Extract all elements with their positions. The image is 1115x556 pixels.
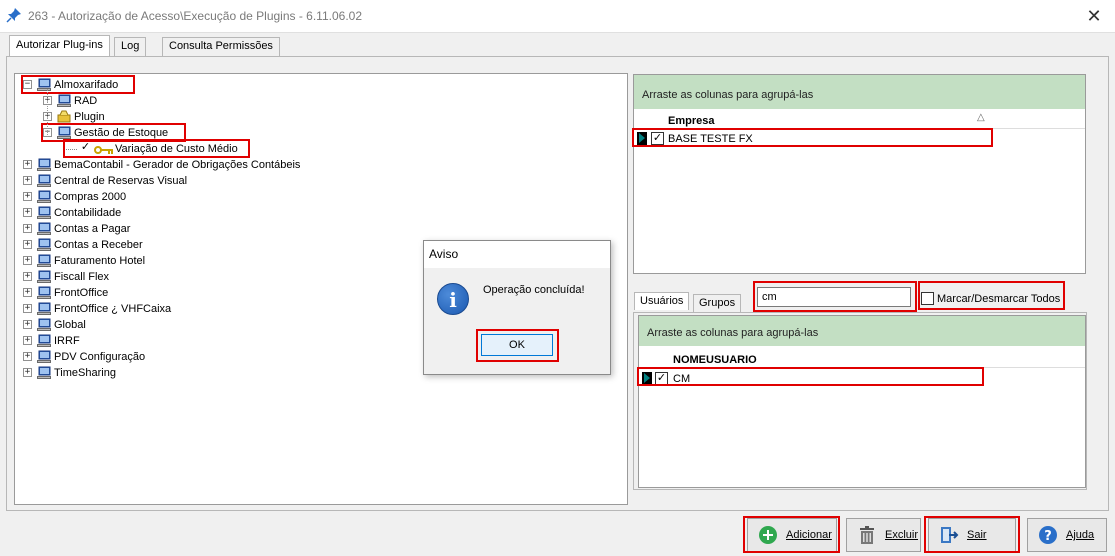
sort-icon[interactable]: △ [977, 112, 985, 123]
computer-icon [36, 318, 52, 332]
highlight-box [63, 139, 250, 158]
group-panel: Arraste as colunas para agrupá-las [639, 316, 1085, 346]
expand-icon[interactable]: + [23, 320, 32, 329]
expand-icon[interactable]: + [23, 304, 32, 313]
tree-node-label[interactable]: Compras 2000 [54, 189, 126, 205]
close-icon[interactable]: ✕ [1080, 4, 1108, 28]
tab-grupos[interactable]: Grupos [693, 294, 742, 312]
highlight-box [637, 367, 984, 386]
tab-log[interactable]: Log [114, 37, 147, 56]
computer-icon [36, 238, 52, 252]
tab-usuarios[interactable]: Usuários [634, 292, 690, 310]
computer-icon [36, 190, 52, 204]
expand-icon[interactable]: + [23, 336, 32, 345]
expand-icon[interactable]: + [23, 240, 32, 249]
trash-icon [860, 526, 874, 544]
computer-icon [36, 286, 52, 300]
expand-icon[interactable]: + [23, 256, 32, 265]
tree-node-label[interactable]: Faturamento Hotel [54, 253, 145, 269]
highlight-box [743, 516, 840, 553]
expand-icon[interactable]: + [23, 160, 32, 169]
highlight-box [476, 329, 559, 362]
info-icon: i [437, 283, 469, 315]
svg-text:?: ? [1044, 529, 1052, 544]
pin-icon [6, 8, 21, 23]
computer-icon [36, 158, 52, 172]
usuarios-grid[interactable]: Arraste as colunas para agrupá-las NOMEU… [638, 315, 1086, 488]
highlight-box [632, 128, 993, 147]
tree-node-label[interactable]: Contas a Pagar [54, 221, 130, 237]
highlight-box [21, 75, 136, 94]
column-header-nomeusuario[interactable]: NOMEUSUARIO [673, 354, 757, 366]
tree-node-label[interactable]: IRRF [54, 333, 80, 349]
title-bar: 263 - Autorização de Acesso\Execução de … [0, 0, 1115, 32]
expand-icon[interactable]: + [23, 272, 32, 281]
computer-icon [36, 174, 52, 188]
tree-node-label[interactable]: FrontOffice ¿ VHFCaixa [54, 301, 171, 317]
tree-connector [47, 89, 48, 137]
expand-icon[interactable]: + [23, 288, 32, 297]
dialog-title: Aviso [424, 241, 610, 268]
ajuda-button[interactable]: ? Ajuda [1027, 518, 1107, 552]
tree-node-label[interactable]: FrontOffice [54, 285, 108, 301]
excluir-label: Excluir [885, 529, 919, 541]
tree-node-label[interactable]: TimeSharing [54, 365, 116, 381]
dialog-message: Operação concluída! [483, 284, 585, 296]
excluir-button[interactable]: Excluir [846, 518, 921, 552]
expand-icon[interactable]: + [23, 368, 32, 377]
empresa-grid[interactable]: Arraste as colunas para agrupá-las Empre… [633, 74, 1086, 274]
expand-icon[interactable]: + [23, 192, 32, 201]
aviso-dialog: Aviso i Operação concluída! OK [423, 240, 611, 375]
help-icon: ? [1039, 526, 1057, 544]
computer-icon [36, 302, 52, 316]
expand-icon[interactable]: + [23, 352, 32, 361]
tab-consulta-permissoes[interactable]: Consulta Permissões [162, 37, 280, 56]
tab-autorizar-plugins[interactable]: Autorizar Plug-ins [9, 35, 110, 57]
tree-node-label[interactable]: Contas a Receber [54, 237, 143, 253]
computer-icon [36, 334, 52, 348]
computer-icon [36, 366, 52, 380]
expand-icon[interactable]: + [23, 224, 32, 233]
tree-node-label[interactable]: Contabilidade [54, 205, 121, 221]
expand-icon[interactable]: + [23, 176, 32, 185]
tree-node-label[interactable]: PDV Configuração [54, 349, 145, 365]
highlight-box [753, 281, 917, 312]
computer-icon [36, 254, 52, 268]
ajuda-label: Ajuda [1066, 529, 1095, 541]
group-panel: Arraste as colunas para agrupá-las [634, 75, 1085, 109]
computer-icon [36, 350, 52, 364]
computer-icon [36, 270, 52, 284]
tree-node-label[interactable]: BemaContabil - Gerador de Obrigações Con… [54, 157, 300, 173]
highlight-box [924, 516, 1020, 553]
computer-icon [56, 94, 72, 108]
tree-node-label[interactable]: Global [54, 317, 86, 333]
computer-icon [36, 206, 52, 220]
plugin-icon [56, 110, 72, 124]
tree-node-label[interactable]: Fiscall Flex [54, 269, 109, 285]
computer-icon [36, 222, 52, 236]
window-title: 263 - Autorização de Acesso\Execução de … [28, 9, 362, 23]
highlight-box [918, 281, 1065, 310]
tree-node-label[interactable]: RAD [74, 93, 97, 109]
expand-icon[interactable]: + [23, 208, 32, 217]
tree-node-label[interactable]: Central de Reservas Visual [54, 173, 187, 189]
column-header-empresa[interactable]: Empresa [668, 115, 714, 127]
